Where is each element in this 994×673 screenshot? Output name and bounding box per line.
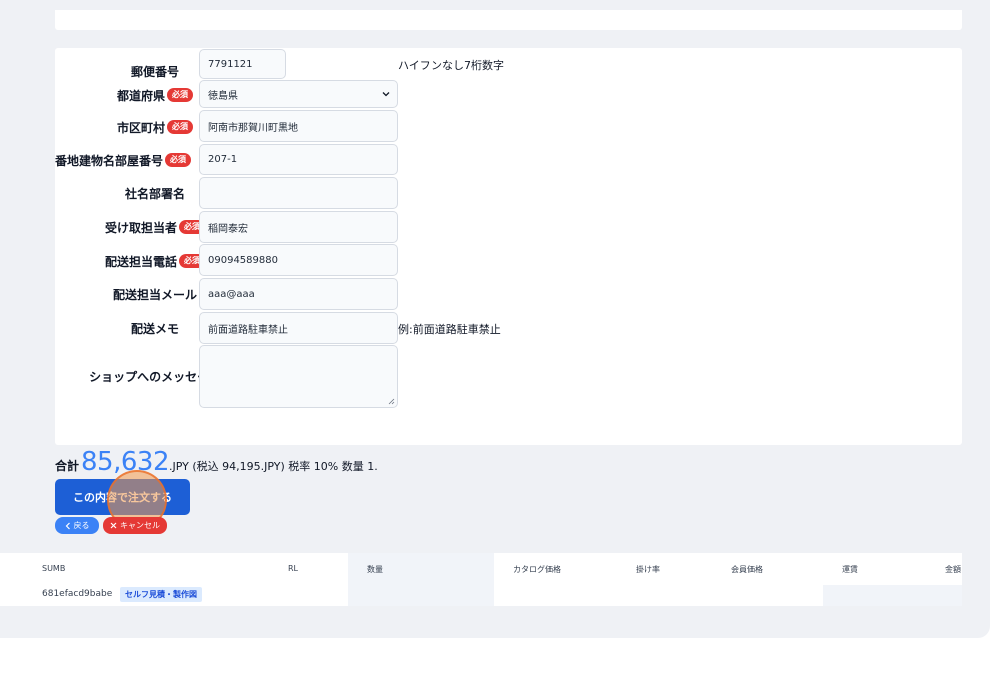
back-label: 戻る (73, 521, 90, 530)
order-table: SUMB RL 数量 カタログ価格 掛け率 会員価格 運賃 金額 681efac… (0, 553, 962, 606)
row-id[interactable]: 681efacd9babe (42, 589, 112, 599)
postal-hint: ハイフンなし7桁数字 (398, 59, 504, 72)
chevron-down-icon (382, 92, 390, 97)
total-amount: 85,632 (81, 447, 169, 477)
memo-hint: 例:前面道路駐車禁止 (398, 323, 501, 336)
email-input[interactable]: aaa@aaa (199, 278, 398, 310)
column-header: カタログ価格 (513, 565, 561, 574)
memo-input[interactable]: 前面道路駐車禁止 (199, 312, 398, 344)
order-total: 合計 85,632 .JPY (税込 94,195.JPY) 税率 10% 数量… (55, 447, 378, 479)
message-textarea[interactable] (199, 345, 398, 408)
phone-input[interactable]: 09094589880 (199, 244, 398, 276)
chevron-left-icon (65, 522, 70, 529)
previous-card (55, 10, 962, 30)
cancel-button[interactable]: キャンセル (103, 517, 167, 534)
recipient-input[interactable]: 稲岡泰宏 (199, 211, 398, 243)
page-panel: 郵便番号 7791121 ハイフンなし7桁数字 都道府県 必須 徳島県 市区町村必… (0, 0, 990, 638)
column-header: 会員価格 (731, 565, 763, 574)
required-badge: 必須 (165, 153, 192, 167)
column-shade (823, 585, 962, 606)
address-input[interactable]: 207-1 (199, 144, 398, 175)
shipping-form: 郵便番号 7791121 ハイフンなし7桁数字 都道府県 必須 徳島県 市区町村必… (55, 48, 962, 445)
total-label: 合計 (55, 459, 80, 473)
company-input[interactable] (199, 177, 398, 209)
column-header: SUMB (42, 564, 66, 573)
column-header: 金額 (945, 565, 961, 574)
required-badge: 必須 (167, 120, 193, 134)
prefecture-select[interactable]: 徳島県 (199, 80, 398, 108)
column-header: 掛け率 (636, 565, 660, 574)
table-header: SUMB RL 数量 カタログ価格 掛け率 会員価格 運賃 金額 (0, 553, 962, 585)
cancel-label: キャンセル (120, 521, 160, 530)
column-header: 運賃 (842, 565, 858, 574)
row-badge: セルフ見積・製作図 (120, 587, 202, 602)
table-row[interactable]: 681efacd9babe セルフ見積・製作図 (0, 585, 962, 606)
column-header: 数量 (367, 565, 383, 574)
column-header: RL (288, 564, 299, 573)
required-badge: 必須 (167, 88, 193, 102)
close-icon (110, 522, 117, 529)
back-button[interactable]: 戻る (55, 517, 99, 534)
city-input[interactable]: 阿南市那賀川町黒地 (199, 110, 398, 142)
postal-input[interactable]: 7791121 (199, 49, 286, 79)
place-order-button[interactable]: この内容で注文する (55, 479, 190, 515)
column-shade (348, 585, 494, 606)
resize-handle-icon[interactable] (387, 397, 395, 405)
total-details: .JPY (税込 94,195.JPY) 税率 10% 数量 1. (169, 460, 378, 473)
prefecture-value: 徳島県 (208, 90, 238, 102)
